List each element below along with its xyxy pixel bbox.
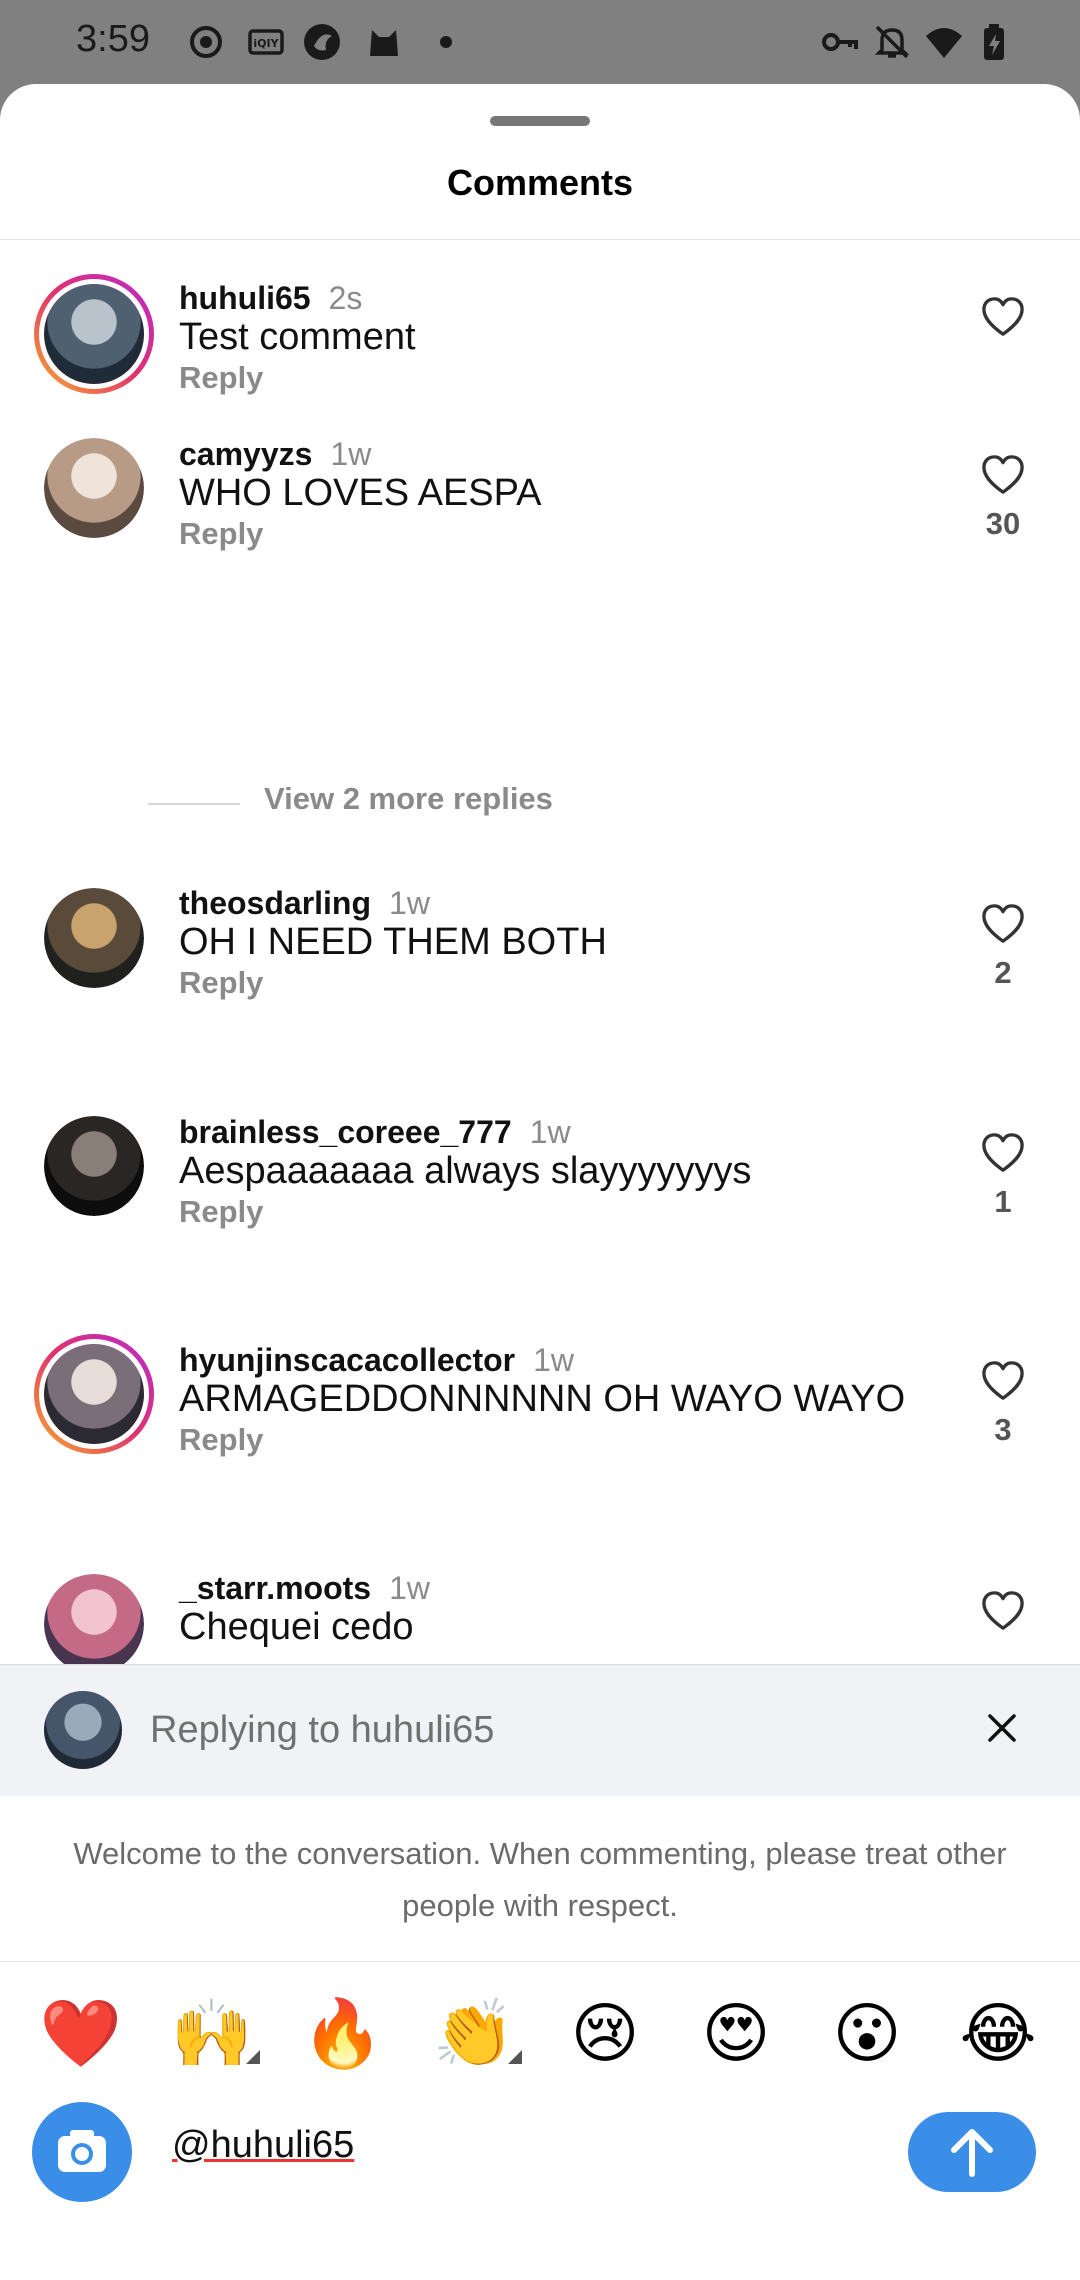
status-time: 3:59 [76,18,150,60]
replying-bar: Replying to huhuli65 [0,1664,1080,1796]
skin-tone-indicator-icon [508,2050,522,2064]
comment-time: 1w [330,436,372,472]
replying-label: Replying to huhuli65 [150,1709,495,1751]
comment-text: Test comment [179,316,416,358]
svg-text:iQIY: iQIY [253,37,279,50]
avatar-image [44,1116,144,1216]
send-button[interactable] [908,2112,1036,2192]
avatar-image [44,888,144,988]
bell-off-icon [874,25,910,59]
comment-username[interactable]: camyyzs [179,436,312,472]
comment-text: Aespaaaaaaa always slayyyyyyys [179,1150,752,1192]
battery-icon [984,24,1004,60]
comment-meta: theosdarling 1w [179,885,430,922]
like-count: 3 [994,1412,1012,1447]
reply-button[interactable]: Reply [179,360,263,396]
emoji-surprised-button[interactable]: 😮 [822,1988,912,2078]
heart-icon[interactable] [980,454,1026,496]
comment-username[interactable]: brainless_coreee_777 [179,1114,512,1150]
comment-time: 1w [389,1570,430,1606]
comment-text: Chequei cedo [179,1606,414,1648]
comment-input[interactable]: @huhuli65 [172,2124,354,2167]
avatar-image [44,1574,144,1664]
emoji-heart-eyes-button[interactable]: 😍 [691,1988,781,2078]
avatar[interactable] [44,1116,144,1216]
avatar[interactable] [44,888,144,988]
emoji-clap-button[interactable]: 👏 [429,1988,519,2078]
like-count: 1 [994,1184,1012,1219]
comment-time: 1w [533,1342,575,1378]
sheet-title: Comments [446,162,634,203]
like-count: 30 [985,506,1021,541]
divider [0,1961,1080,1962]
comment-username[interactable]: theosdarling [179,885,371,921]
sheet-drag-handle[interactable] [490,116,590,126]
emoji-fire-button[interactable]: 🔥 [298,1988,388,2078]
cat-icon [370,30,398,56]
comment-input-value: @huhuli65 [172,2124,355,2166]
heart-icon[interactable] [980,1132,1026,1174]
comment-list[interactable]: huhuli65 2s Test comment Reply camyyzs 1w … [0,240,1080,1664]
heart-icon[interactable] [980,1590,1026,1632]
iqiyi-icon: iQIY [248,29,284,55]
avatar-image [44,438,144,538]
comment-text: WHO LOVES AESPA [179,472,542,514]
avatar[interactable] [34,1334,154,1454]
avatar-image [44,284,144,384]
comment-meta: huhuli65 2s [179,280,362,317]
comment-text: ARMAGEDDONNNNNN OH WAYO WAYO [179,1378,906,1420]
avatar-image [44,1344,144,1444]
comment-text: OH I NEED THEM BOTH [179,921,607,963]
comments-sheet: Comments huhuli65 2s Test comment Reply c… [0,84,1080,2280]
avatar [44,1691,122,1769]
comment-time: 1w [529,1114,571,1150]
camera-button[interactable] [32,2102,132,2202]
reply-button[interactable]: Reply [179,1194,263,1230]
comment-time: 2s [328,280,363,316]
arrow-up-icon [951,2129,993,2177]
view-more-replies-label[interactable]: View 2 more replies [264,781,553,817]
comment-meta: camyyzs 1w [179,436,371,473]
reply-button[interactable]: Reply [179,1422,263,1458]
comment-username[interactable]: huhuli65 [179,280,311,316]
comment-meta: hyunjinscacacollector 1w [179,1342,574,1379]
avatar[interactable] [34,274,154,394]
heart-icon[interactable] [980,296,1026,338]
comment-username[interactable]: hyunjinscacacollector [179,1342,515,1378]
dot-icon [440,36,452,48]
heart-icon[interactable] [980,1360,1026,1402]
app-icon [304,24,340,60]
camera-icon [58,2130,106,2172]
avatar[interactable] [44,1574,144,1664]
heart-icon[interactable] [980,903,1026,945]
status-bar: 3:59 iQIY [0,0,1080,84]
wifi-icon [926,28,962,58]
navigation-bar [0,2254,1080,2280]
avatar[interactable] [44,438,144,538]
emoji-cry-button[interactable]: 😢 [560,1988,650,2078]
comment-username[interactable]: _starr.moots [179,1570,371,1606]
record-icon [190,26,222,58]
emoji-heart-button[interactable]: ❤️ [36,1988,126,2078]
vpn-key-icon [822,33,858,51]
close-icon[interactable] [985,1711,1019,1745]
reply-button[interactable]: Reply [179,965,263,1001]
comment-meta: _starr.moots 1w [179,1570,430,1607]
emoji-raised-hands-button[interactable]: 🙌 [167,1988,257,2078]
divider [148,803,240,805]
comment-meta: brainless_coreee_777 1w [179,1114,571,1151]
skin-tone-indicator-icon [246,2050,260,2064]
welcome-message: Welcome to the conversation. When commen… [73,1836,1007,1923]
emoji-laugh-button[interactable]: 😂 [953,1988,1043,2078]
comment-time: 1w [389,885,430,921]
reply-button[interactable]: Reply [179,516,263,552]
like-count: 2 [994,955,1012,990]
